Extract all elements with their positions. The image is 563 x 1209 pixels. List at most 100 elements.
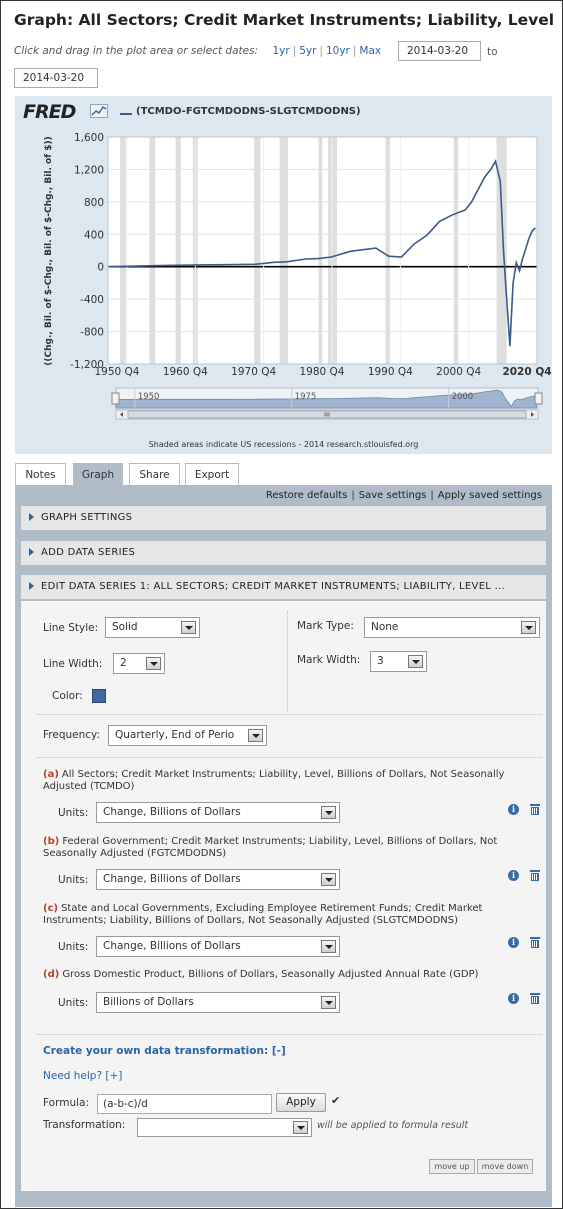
y-tick-label: 1,200 <box>74 164 104 176</box>
mark-width-select[interactable]: 3 <box>370 651 427 672</box>
check-icon: ✔ <box>331 1094 341 1107</box>
need-help-link[interactable]: Need help? [+] <box>43 1070 122 1082</box>
recession-band <box>385 137 390 364</box>
y-axis-label: ((Chg., Bil. of $-Chg., Bil. of $-Chg., … <box>44 136 54 365</box>
save-settings-link[interactable]: Save settings <box>359 490 427 501</box>
series-text: State and Local Governments, Excluding E… <box>43 903 483 926</box>
graph-settings-section[interactable]: GRAPH SETTINGS <box>21 506 546 530</box>
apply-saved-settings-link[interactable]: Apply saved settings <box>438 490 542 501</box>
navigator-right-handle <box>534 392 543 405</box>
selected-value: 2 <box>120 657 127 669</box>
y-tick-label: 800 <box>84 197 104 209</box>
move-down-button[interactable]: move down <box>477 1159 533 1174</box>
line-width-select[interactable]: 2 <box>113 653 165 674</box>
navigator-tick-label: 1975 <box>295 392 317 402</box>
color-label: Color: <box>52 690 83 702</box>
restore-defaults-link[interactable]: Restore defaults <box>266 490 348 501</box>
move-up-button[interactable]: move up <box>429 1159 475 1174</box>
range-10yr-link[interactable]: 10yr <box>326 45 350 57</box>
transformation-label: Transformation: <box>43 1119 126 1131</box>
x-tick-label: 1970 Q4 <box>231 366 276 378</box>
tab-share[interactable]: Share <box>129 463 180 485</box>
selected-value: Billions of Dollars <box>103 996 194 1008</box>
tab-notes[interactable]: Notes <box>15 463 66 485</box>
tab-export[interactable]: Export <box>185 463 239 485</box>
formula-input[interactable]: (a-b-c)/d <box>97 1094 272 1114</box>
add-data-series-section[interactable]: ADD DATA SERIES <box>21 541 546 565</box>
x-tick-label: 1960 Q4 <box>163 366 208 378</box>
trash-icon[interactable] <box>530 804 540 815</box>
series-c-description: (c) State and Local Governments, Excludin… <box>43 903 538 927</box>
series-d-description: (d) Gross Domestic Product, Billions of D… <box>43 969 538 981</box>
series-a-description: (a) All Sectors; Credit Market Instrument… <box>43 769 538 793</box>
dropdown-arrow-icon <box>321 996 336 1009</box>
dropdown-arrow-icon <box>248 729 263 742</box>
line-style-select[interactable]: Solid <box>105 617 200 638</box>
date-range-row: Click and drag in the plot area or selec… <box>14 45 382 57</box>
dropdown-arrow-icon <box>181 621 196 634</box>
range-1yr-link[interactable]: 1yr <box>272 45 289 57</box>
section-title: GRAPH SETTINGS <box>41 512 133 523</box>
graph-settings-panel: Restore defaults | Save settings | Apply sav… <box>15 485 552 1207</box>
units-label: Units: <box>58 941 89 953</box>
end-date-input[interactable]: 2014-03-20 <box>14 68 98 88</box>
series-letter: (b) <box>43 836 60 847</box>
dropdown-arrow-icon <box>321 806 336 819</box>
selected-value: Change, Billions of Dollars <box>103 940 241 952</box>
x-tick-label: 1980 Q4 <box>299 366 344 378</box>
series-letter: (a) <box>43 769 59 780</box>
trash-icon[interactable] <box>530 937 540 948</box>
units-label: Units: <box>58 997 89 1009</box>
divider <box>37 757 542 758</box>
range-max-link[interactable]: Max <box>359 45 381 57</box>
edit-series-body: Line Style: Solid Line Width: 2 Color: M… <box>21 601 546 1191</box>
info-icon[interactable]: i <box>508 870 519 881</box>
selected-value: Quarterly, End of Perio <box>115 729 235 741</box>
mark-width-label: Mark Width: <box>297 654 361 666</box>
edit-data-series-section[interactable]: EDIT DATA SERIES 1: ALL SECTORS; CREDIT … <box>21 575 546 599</box>
y-tick-label: -800 <box>80 327 104 339</box>
units-label: Units: <box>58 874 89 886</box>
recession-band <box>120 137 126 364</box>
chart-panel[interactable]: FRED (TCMDO-FGTCMDODNS-SLGTCMDODNS) 1,60… <box>15 96 552 454</box>
y-tick-label: 0 <box>97 262 104 274</box>
start-date-input[interactable]: 2014-03-20 <box>398 41 481 61</box>
transformation-select[interactable] <box>137 1118 312 1137</box>
to-label: to <box>487 46 498 58</box>
trash-icon[interactable] <box>530 993 540 1004</box>
divider <box>37 1034 542 1035</box>
units-label: Units: <box>58 807 89 819</box>
range-5yr-link[interactable]: 5yr <box>299 45 316 57</box>
dropdown-arrow-icon <box>293 1121 308 1134</box>
page-title: Graph: All Sectors; Credit Market Instru… <box>14 11 555 29</box>
dropdown-arrow-icon <box>521 621 536 634</box>
color-swatch[interactable] <box>92 689 106 703</box>
tab-graph[interactable]: Graph <box>73 463 123 485</box>
recession-band <box>149 137 156 364</box>
info-icon[interactable]: i <box>508 937 519 948</box>
settings-links: Restore defaults | Save settings | Apply sav… <box>265 490 542 501</box>
mark-type-select[interactable]: None <box>364 617 540 638</box>
recession-band <box>279 137 288 364</box>
selected-value: 3 <box>377 655 384 667</box>
info-icon[interactable]: i <box>508 804 519 815</box>
series-d-units-select[interactable]: Billions of Dollars <box>96 992 340 1013</box>
info-icon[interactable]: i <box>508 993 519 1004</box>
divider <box>37 714 542 715</box>
trash-icon[interactable] <box>530 870 540 881</box>
line-chart[interactable]: 1,6001,2008004000-400-800-1,2001950 Q4 19… <box>15 96 552 440</box>
series-a-units-select[interactable]: Change, Billions of Dollars <box>96 802 340 823</box>
page-frame: Graph: All Sectors; Credit Market Instru… <box>0 0 563 1209</box>
selected-value: Change, Billions of Dollars <box>103 806 241 818</box>
y-tick-label: 1,600 <box>74 132 104 144</box>
recession-band <box>175 137 181 364</box>
frequency-select[interactable]: Quarterly, End of Perio <box>108 725 267 746</box>
apply-button[interactable]: Apply <box>276 1093 326 1112</box>
create-transformation-link[interactable]: Create your own data transformation: [-] <box>43 1045 286 1057</box>
expand-caret-icon <box>29 548 34 556</box>
series-text: All Sectors; Credit Market Instruments; … <box>43 769 505 792</box>
series-b-units-select[interactable]: Change, Billions of Dollars <box>96 869 340 890</box>
divider <box>287 611 288 711</box>
series-c-units-select[interactable]: Change, Billions of Dollars <box>96 936 340 957</box>
dropdown-arrow-icon <box>321 873 336 886</box>
